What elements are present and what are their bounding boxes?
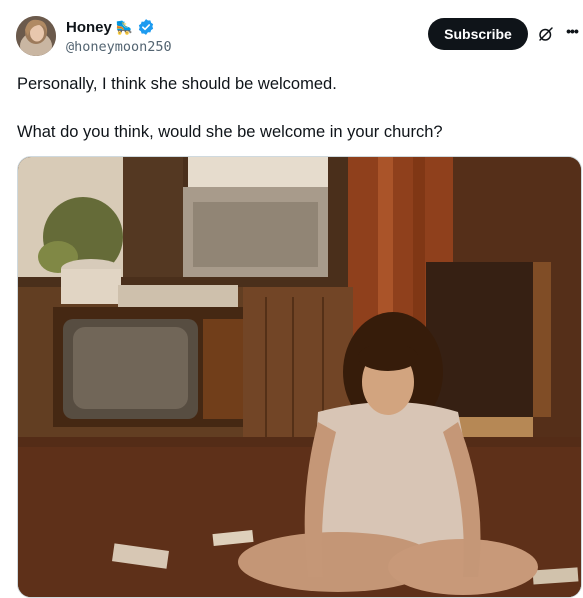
- display-name[interactable]: Honey: [66, 19, 112, 36]
- verified-badge-icon[interactable]: [137, 18, 155, 36]
- tweet-text: Personally, I think she should be welcom…: [17, 74, 572, 143]
- subscribe-button[interactable]: Subscribe: [428, 18, 528, 50]
- name-row: Honey 🛼: [66, 17, 155, 37]
- tweet-photo[interactable]: [17, 156, 582, 598]
- avatar[interactable]: [16, 16, 56, 56]
- vintage-photo: [18, 157, 581, 597]
- tweet-line-1: Personally, I think she should be welcom…: [17, 75, 337, 93]
- user-handle[interactable]: @honeymoon250: [66, 39, 172, 55]
- more-options-icon[interactable]: •••: [563, 22, 581, 40]
- tweet-line-2: What do you think, would she be welcome …: [17, 123, 443, 141]
- grok-icon[interactable]: [537, 25, 555, 43]
- tweet-header: Honey 🛼 @honeymoon250 Subscribe •••: [0, 0, 583, 66]
- roller-skate-emoji: 🛼: [115, 19, 134, 35]
